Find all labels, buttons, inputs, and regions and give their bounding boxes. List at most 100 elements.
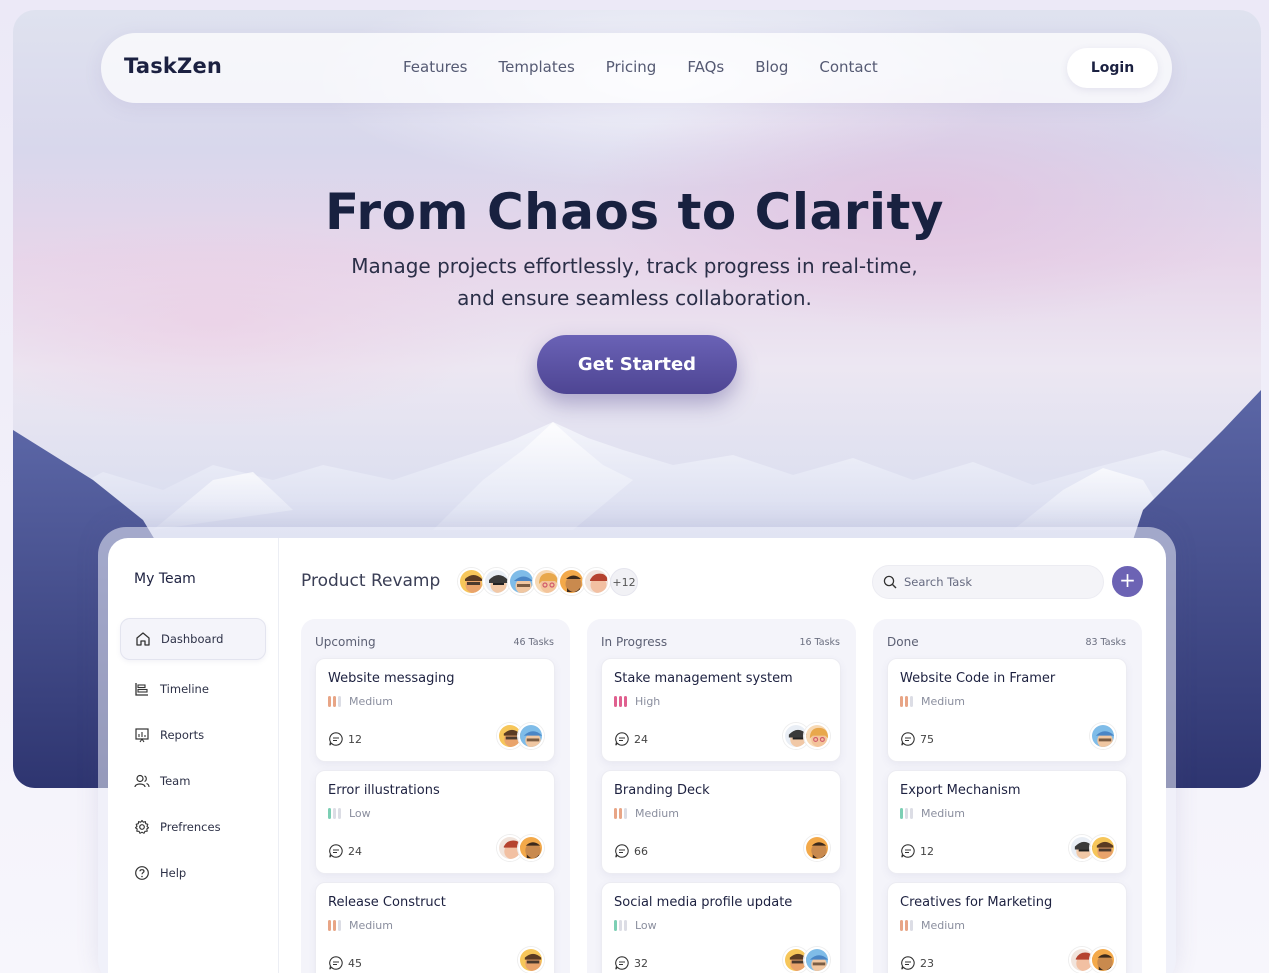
nav-link-blog[interactable]: Blog	[755, 58, 788, 76]
sidebar: My Team Dashboard Timeline Reports Team	[108, 538, 279, 973]
gear-icon	[133, 818, 151, 836]
priority-bar	[338, 808, 341, 819]
avatar	[558, 568, 585, 595]
search-icon	[883, 575, 897, 589]
comment-number: 45	[348, 956, 362, 970]
comment-count[interactable]: 66	[614, 843, 648, 859]
comment-count[interactable]: 12	[328, 731, 362, 747]
priority-label: Medium	[921, 807, 965, 820]
sidebar-item-label: Help	[160, 866, 187, 880]
avatar	[518, 835, 544, 861]
login-button[interactable]: Login	[1067, 48, 1158, 88]
assignee-avatars	[783, 723, 830, 749]
priority-bar	[619, 920, 622, 931]
priority-bar	[333, 808, 336, 819]
comment-number: 75	[920, 732, 934, 746]
sidebar-item-label: Reports	[160, 728, 205, 742]
task-card[interactable]: Website messaging Medium 12	[315, 658, 555, 762]
task-card[interactable]: Error illustrations Low 24	[315, 770, 555, 874]
avatar	[804, 947, 830, 973]
nav-link-contact[interactable]: Contact	[819, 58, 877, 76]
hero-subtitle: Manage projects effortlessly, track prog…	[0, 250, 1269, 314]
sidebar-item-preferences[interactable]: Prefrences	[120, 806, 266, 848]
sidebar-item-help[interactable]: Help	[120, 852, 266, 894]
priority-bar	[338, 920, 341, 931]
sidebar-item-reports[interactable]: Reports	[120, 714, 266, 756]
priority-bar	[614, 920, 617, 931]
top-navbar: TaskZen Features Templates Pricing FAQs …	[101, 33, 1172, 103]
search-input[interactable]	[904, 575, 1084, 589]
priority-bar	[338, 696, 341, 707]
column-title: Done	[887, 635, 919, 649]
priority-bar	[328, 920, 331, 931]
priority-bar	[900, 696, 903, 707]
add-task-button[interactable]: +	[1112, 566, 1143, 597]
column-upcoming: Upcoming 46 Tasks Website messaging Medi…	[301, 619, 570, 973]
priority-label: Medium	[921, 695, 965, 708]
assignee-avatars	[1069, 835, 1116, 861]
priority-bar	[619, 696, 622, 707]
priority-indicator: Low	[328, 807, 371, 820]
sidebar-item-label: Dashboard	[161, 632, 224, 646]
priority-indicator: Medium	[328, 919, 393, 932]
comment-count[interactable]: 75	[900, 731, 934, 747]
comment-icon	[900, 843, 916, 859]
priority-label: Medium	[349, 919, 393, 932]
task-card[interactable]: Export Mechanism Medium 12	[887, 770, 1127, 874]
comment-count[interactable]: 24	[614, 731, 648, 747]
comment-count[interactable]: 12	[900, 843, 934, 859]
get-started-button[interactable]: Get Started	[537, 335, 737, 394]
sidebar-item-timeline[interactable]: Timeline	[120, 668, 266, 710]
more-members-badge[interactable]: +12	[610, 568, 638, 596]
avatar	[458, 568, 485, 595]
task-card[interactable]: Creatives for Marketing Medium 23	[887, 882, 1127, 973]
task-card[interactable]: Website Code in Framer Medium 75	[887, 658, 1127, 762]
assignee-avatars	[804, 835, 830, 861]
task-card[interactable]: Stake management system High 24	[601, 658, 841, 762]
nav-link-templates[interactable]: Templates	[499, 58, 575, 76]
comment-count[interactable]: 23	[900, 955, 934, 971]
brand-logo[interactable]: TaskZen	[124, 54, 222, 78]
comment-count[interactable]: 32	[614, 955, 648, 971]
priority-indicator: Low	[614, 919, 657, 932]
priority-bar	[624, 920, 627, 931]
priority-indicator: Medium	[900, 695, 965, 708]
reports-icon	[133, 726, 151, 744]
sidebar-item-team[interactable]: Team	[120, 760, 266, 802]
avatar	[518, 947, 544, 973]
timeline-icon	[133, 680, 151, 698]
app-preview: My Team Dashboard Timeline Reports Team	[108, 538, 1166, 973]
nav-link-faqs[interactable]: FAQs	[687, 58, 724, 76]
avatar	[533, 568, 560, 595]
task-card[interactable]: Release Construct Medium 45	[315, 882, 555, 973]
sidebar-item-dashboard[interactable]: Dashboard	[120, 618, 266, 660]
task-card[interactable]: Branding Deck Medium 66	[601, 770, 841, 874]
comment-icon	[900, 955, 916, 971]
comment-number: 24	[348, 844, 362, 858]
search-box[interactable]	[872, 565, 1104, 599]
task-title: Error illustrations	[328, 783, 440, 798]
comment-icon	[614, 731, 630, 747]
avatar	[1090, 835, 1116, 861]
priority-label: Low	[349, 807, 371, 820]
comment-number: 12	[348, 732, 362, 746]
member-avatars[interactable]: +12	[458, 568, 638, 596]
column-title: Upcoming	[315, 635, 376, 649]
avatar	[583, 568, 610, 595]
task-card[interactable]: Social media profile update Low 32	[601, 882, 841, 973]
priority-bar	[624, 808, 627, 819]
nav-link-pricing[interactable]: Pricing	[606, 58, 657, 76]
avatar	[804, 835, 830, 861]
team-icon	[133, 772, 151, 790]
priority-indicator: Medium	[900, 807, 965, 820]
hero-title: From Chaos to Clarity	[324, 183, 945, 241]
hero-subtitle-line: Manage projects effortlessly, track prog…	[351, 254, 918, 278]
comment-count[interactable]: 45	[328, 955, 362, 971]
comment-count[interactable]: 24	[328, 843, 362, 859]
avatar	[518, 723, 544, 749]
comment-number: 23	[920, 956, 934, 970]
nav-link-features[interactable]: Features	[403, 58, 468, 76]
priority-indicator: Medium	[328, 695, 393, 708]
priority-bar	[624, 696, 627, 707]
assignee-avatars	[1090, 723, 1116, 749]
